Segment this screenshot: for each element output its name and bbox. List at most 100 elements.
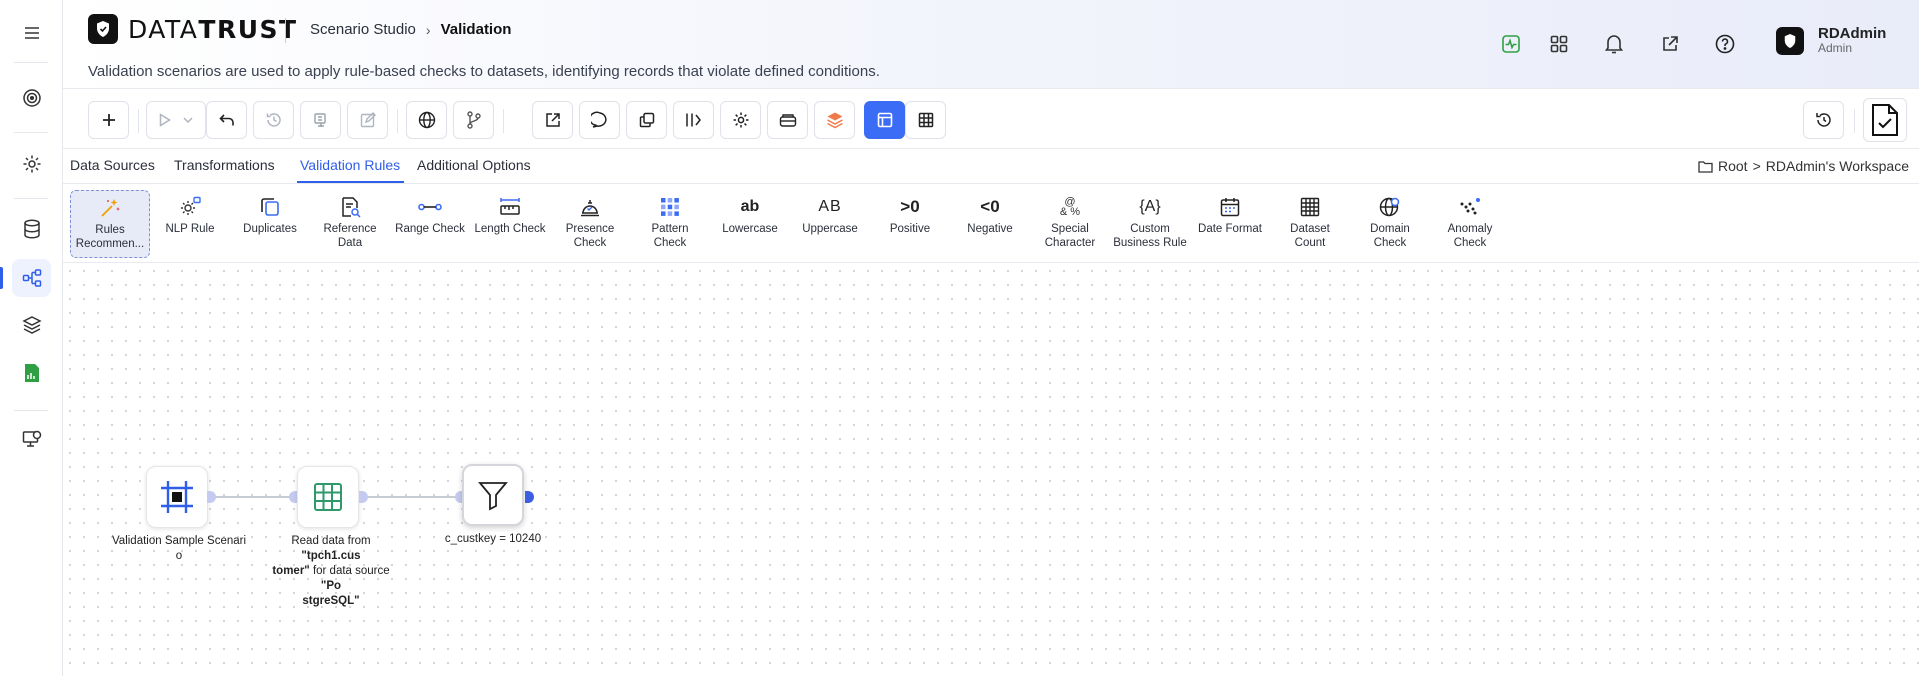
layers-stack-button[interactable] xyxy=(814,101,855,139)
palette-duplicates[interactable]: Duplicates xyxy=(230,190,310,258)
sidebar-divider xyxy=(14,198,48,199)
branch-button[interactable] xyxy=(453,101,494,139)
globe-search-icon xyxy=(1379,194,1401,220)
layout-view-button[interactable] xyxy=(864,101,905,139)
apps-grid-icon[interactable] xyxy=(1545,32,1573,56)
read-data-node[interactable] xyxy=(297,466,359,528)
chevron-down-icon[interactable] xyxy=(183,102,193,138)
palette-uppercase[interactable]: AB Uppercase xyxy=(790,190,870,258)
palette-rules-recommendation[interactable]: Rules Recommen... xyxy=(70,190,150,258)
scenario-source-node[interactable] xyxy=(146,466,208,528)
folder-icon xyxy=(1698,160,1713,173)
filter-funnel-icon xyxy=(478,482,508,511)
flow-edge xyxy=(363,496,464,498)
node-output-port[interactable] xyxy=(359,491,368,503)
palette-dataset-count[interactable]: Dataset Count xyxy=(1270,190,1350,258)
duplicate-button[interactable] xyxy=(626,101,667,139)
workflow-icon[interactable] xyxy=(0,259,51,297)
report-icon[interactable] xyxy=(12,354,51,392)
palette-domain-check[interactable]: Domain Check xyxy=(1350,190,1430,258)
scatter-dots-icon xyxy=(1459,194,1481,220)
header-divider xyxy=(285,18,286,43)
layers-icon[interactable] xyxy=(12,306,51,344)
palette-reference-data[interactable]: Reference Data xyxy=(310,190,390,258)
comment-button[interactable] xyxy=(579,101,620,139)
sidebar-divider xyxy=(14,410,48,411)
add-button[interactable] xyxy=(88,101,129,139)
palette-presence-check[interactable]: Presence Check xyxy=(550,190,630,258)
table-icon xyxy=(314,483,342,511)
save-template-button[interactable] xyxy=(300,101,341,139)
palette-negative[interactable]: <0 Negative xyxy=(950,190,1030,258)
table-grid-icon xyxy=(1300,194,1320,220)
palette-date-format[interactable]: Date Format xyxy=(1190,190,1270,258)
filter-node[interactable] xyxy=(462,464,524,526)
nlp-gear-icon xyxy=(179,194,201,220)
sidebar-divider xyxy=(14,62,48,63)
calendar-icon xyxy=(1220,194,1240,220)
settings-button[interactable] xyxy=(720,101,761,139)
shield-icon xyxy=(88,14,118,44)
tab-transformations[interactable]: Transformations xyxy=(174,157,275,181)
palette-lowercase[interactable]: ab Lowercase xyxy=(710,190,790,258)
external-link-icon[interactable] xyxy=(1656,32,1684,56)
settings-icon[interactable] xyxy=(12,145,51,183)
tab-data-sources[interactable]: Data Sources xyxy=(70,157,155,181)
bell-icon[interactable] xyxy=(1600,32,1628,56)
tab-validation-rules[interactable]: Validation Rules xyxy=(297,157,405,183)
monitor-icon[interactable] xyxy=(12,420,51,458)
database-icon[interactable] xyxy=(12,210,51,248)
braces-icon: {A} xyxy=(1139,198,1161,215)
workspace-separator: > xyxy=(1752,158,1761,174)
datatrust-logo[interactable]: DATATRUST xyxy=(88,14,298,44)
breadcrumb-parent[interactable]: Scenario Studio xyxy=(310,21,416,38)
user-role: Admin xyxy=(1818,41,1853,55)
palette-nlp-rule[interactable]: NLP Rule xyxy=(150,190,230,258)
tab-additional-options[interactable]: Additional Options xyxy=(417,157,531,181)
workspace-path[interactable]: Root > RDAdmin's Workspace xyxy=(1698,158,1909,174)
globe-button[interactable] xyxy=(406,101,447,139)
palette-pattern-check[interactable]: Pattern Check xyxy=(630,190,710,258)
node-output-port[interactable] xyxy=(525,491,534,503)
scenario-canvas[interactable]: Validation Sample Scenari o Read data fro… xyxy=(63,264,1919,676)
palette-positive[interactable]: >0 Positive xyxy=(870,190,950,258)
workspace-name: RDAdmin's Workspace xyxy=(1765,158,1909,174)
copy-icon xyxy=(259,194,281,220)
target-icon[interactable] xyxy=(12,79,51,117)
node-output-port[interactable] xyxy=(207,491,216,503)
avatar xyxy=(1776,27,1804,55)
document-search-icon xyxy=(339,194,361,220)
run-button[interactable] xyxy=(146,101,206,139)
less-than-zero-icon: <0 xyxy=(980,197,1000,216)
restore-version-button[interactable] xyxy=(1803,101,1844,139)
activity-icon[interactable] xyxy=(1497,32,1525,56)
help-icon[interactable] xyxy=(1711,32,1739,56)
toolbar-divider xyxy=(503,109,504,133)
history-button[interactable] xyxy=(253,101,294,139)
palette-custom-business-rule[interactable]: {A} Custom Business Rule xyxy=(1110,190,1190,258)
validate-document-button[interactable] xyxy=(1863,98,1907,142)
ruler-icon xyxy=(499,194,521,220)
toolbar-divider xyxy=(1854,109,1855,133)
lowercase-icon: ab xyxy=(740,198,760,215)
undo-button[interactable] xyxy=(206,101,247,139)
chevron-right-icon: › xyxy=(425,21,431,38)
package-button[interactable] xyxy=(767,101,808,139)
palette-range-check[interactable]: Range Check xyxy=(390,190,470,258)
filter-node-label: c_custkey = 10240 xyxy=(443,532,543,547)
user-profile[interactable]: RDAdmin Admin xyxy=(1776,26,1886,55)
export-button[interactable] xyxy=(532,101,573,139)
breadcrumb: Scenario Studio › Validation xyxy=(310,21,511,38)
frame-icon xyxy=(161,481,193,513)
scenario-node-label: Validation Sample Scenari o xyxy=(111,535,247,562)
palette-anomaly-check[interactable]: Anomaly Check xyxy=(1430,190,1510,258)
split-view-button[interactable] xyxy=(673,101,714,139)
menu-icon[interactable] xyxy=(12,14,51,52)
palette-length-check[interactable]: Length Check xyxy=(470,190,550,258)
edit-button[interactable] xyxy=(347,101,388,139)
breadcrumb-current: Validation xyxy=(440,21,512,38)
palette-special-character[interactable]: @& % Special Character xyxy=(1030,190,1110,258)
top-header: DATATRUST Scenario Studio › Validation V… xyxy=(63,0,1919,89)
sidebar xyxy=(0,0,63,676)
table-view-button[interactable] xyxy=(905,101,946,139)
